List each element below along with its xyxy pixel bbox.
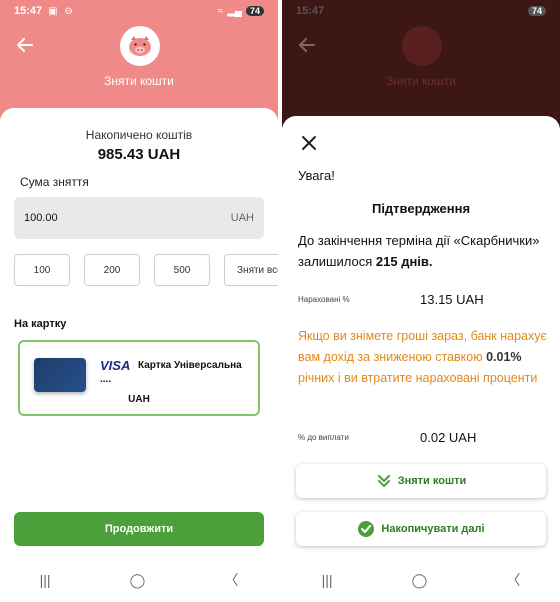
back-arrow-icon — [298, 38, 315, 52]
withdraw-label: Зняти кошти — [397, 475, 467, 487]
nav-back-icon[interactable]: 〈 — [224, 570, 238, 590]
keep-saving-button[interactable]: Накопичувати далі — [296, 512, 546, 546]
visa-logo: VISA — [100, 358, 131, 373]
card-currency: UAH — [128, 394, 150, 405]
amount-value: 100.00 — [24, 212, 58, 224]
early-withdrawal-notice: Якщо ви знімете гроші зараз, банк нараху… — [298, 326, 552, 389]
status-bar: 15:47 ▣ ⊖ ≈ ▂▄ 74 — [0, 0, 278, 22]
payout-row: % до виплати 0.02 UAH — [298, 430, 550, 445]
battery-icon: 74 — [245, 6, 264, 16]
amount-input[interactable]: 100.00 UAH — [14, 197, 264, 239]
nav-home-icon[interactable]: ◯ — [130, 572, 146, 589]
nav-recents-icon[interactable]: ||| — [40, 572, 51, 588]
withdraw-screen: 15:47 ▣ ⊖ ≈ ▂▄ 74 Зняти кошти Накопичено… — [0, 0, 278, 602]
preset-200-button[interactable]: 200 — [84, 254, 140, 286]
battery-icon: 74 — [527, 6, 546, 16]
card-name: Картка Універсальна — [138, 360, 242, 371]
sum-label: Сума зняття — [20, 175, 89, 189]
term-suffix: днів. — [401, 254, 433, 269]
confirmation-screen: 15:47 74 Зняти кошти Увага! Підтвердженн… — [282, 0, 560, 602]
header-title: Зняти кошти — [104, 74, 174, 88]
confirm-title: Підтвердження — [371, 201, 471, 216]
status-bar-dim: 15:47 74 — [282, 0, 560, 22]
notice-part2: річних і ви втратите нараховані проценти — [298, 371, 538, 385]
double-chevron-down-icon — [377, 475, 390, 487]
amount-presets: 100 200 500 Зняти все — [14, 254, 278, 286]
system-nav-bar: ||| ◯ 〈 — [0, 558, 278, 602]
withdraw-form: Накопичено коштів 985.43 UAH Сума зняття… — [0, 108, 278, 602]
accrued-row: Нараховані % 13.15 UAH — [298, 292, 550, 307]
nav-recents-icon[interactable]: ||| — [322, 572, 333, 588]
status-right-icons-dim: 74 — [527, 6, 546, 16]
payout-value: 0.02 UAH — [420, 430, 477, 445]
withdraw-all-button[interactable]: Зняти все — [224, 254, 278, 286]
amount-currency: UAH — [230, 212, 254, 224]
card-selector[interactable]: VISA Картка Універсальна .... UAH — [18, 340, 260, 416]
pig-icon — [402, 26, 442, 66]
notice-rate: 0.01% — [486, 350, 522, 364]
nav-home-icon[interactable]: ◯ — [412, 572, 428, 589]
term-text: До закінчення терміна дії «Скарбнички» з… — [298, 230, 550, 272]
piggy-bank-avatar — [120, 26, 160, 66]
status-time: 15:47 — [14, 5, 43, 17]
confirmation-sheet: Увага! Підтвердження До закінчення термі… — [282, 116, 560, 558]
dimmed-header: 15:47 74 Зняти кошти — [282, 0, 560, 120]
nav-back-icon[interactable]: 〈 — [506, 570, 520, 590]
to-card-label: На картку — [14, 318, 67, 330]
system-nav-bar-right: ||| ◯ 〈 — [282, 558, 560, 602]
preset-500-button[interactable]: 500 — [154, 254, 210, 286]
payout-label: % до виплати — [298, 433, 349, 442]
header-title-dim: Зняти кошти — [386, 74, 456, 88]
accrued-value: 13.15 UAH — [420, 292, 484, 307]
check-circle-icon — [358, 521, 375, 537]
warning-title: Увага! — [298, 168, 335, 183]
wifi-icon: ≈ — [217, 5, 224, 17]
term-days: 215 — [375, 254, 398, 269]
accumulated-amount: 985.43 UAH — [97, 146, 181, 163]
keep-saving-label: Накопичувати далі — [381, 523, 485, 535]
pig-icon — [129, 36, 151, 56]
card-image — [34, 358, 86, 392]
close-icon[interactable] — [300, 134, 318, 152]
signal-icon: ▂▄ — [227, 5, 242, 17]
status-right-icons: ≈ ▂▄ 74 — [218, 6, 264, 17]
withdraw-button[interactable]: Зняти кошти — [296, 464, 546, 498]
accrued-label: Нараховані % — [298, 295, 350, 304]
preset-100-button[interactable]: 100 — [14, 254, 70, 286]
card-number: .... — [100, 374, 112, 385]
status-time-dim: 15:47 — [296, 5, 325, 17]
back-arrow-icon[interactable] — [14, 34, 36, 56]
accumulated-label: Накопичено коштів — [85, 128, 193, 142]
continue-button[interactable]: Продовжити — [14, 512, 264, 546]
status-notification-icons: ▣ ⊖ — [48, 5, 75, 17]
header: 15:47 ▣ ⊖ ≈ ▂▄ 74 Зняти кошти — [0, 0, 278, 120]
